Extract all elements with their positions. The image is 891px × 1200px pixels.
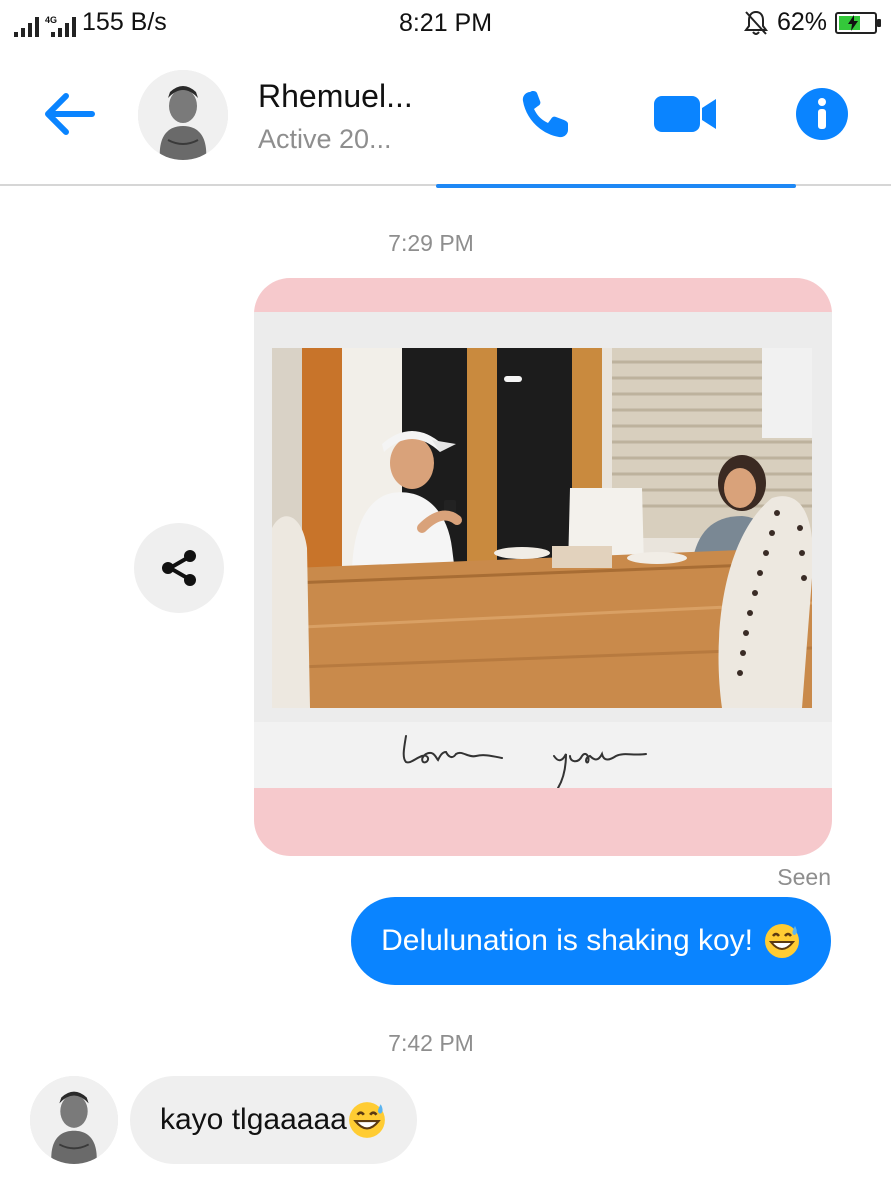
conversation-info-button[interactable] bbox=[794, 86, 850, 142]
voice-call-button[interactable] bbox=[516, 86, 574, 144]
contact-active-status: Active 20... bbox=[258, 124, 392, 154]
timestamp: 7:29 PM bbox=[388, 230, 474, 256]
status-right: 62% bbox=[743, 8, 881, 37]
battery-percent: 62% bbox=[776, 8, 827, 36]
battery-charging-icon bbox=[835, 11, 881, 34]
incoming-message-text: kayo tlgaaaaa bbox=[160, 1103, 347, 1136]
timestamp: 7:42 PM bbox=[388, 1030, 474, 1056]
photo-caption-area bbox=[254, 722, 832, 789]
avatar-photo bbox=[138, 70, 228, 160]
contact-name[interactable]: Rhemuel... bbox=[258, 78, 413, 115]
photo-message[interactable] bbox=[254, 278, 832, 856]
grinning-sweat-emoji bbox=[765, 924, 799, 958]
previous-message-edge bbox=[436, 184, 796, 188]
grinning-sweat-emoji bbox=[348, 1102, 385, 1138]
seen-receipt: Seen bbox=[777, 864, 831, 890]
info-icon bbox=[796, 88, 848, 140]
share-icon bbox=[162, 550, 196, 586]
sender-avatar[interactable] bbox=[30, 1076, 118, 1164]
polaroid-frame bbox=[254, 312, 832, 789]
bell-off-icon bbox=[743, 10, 768, 35]
incoming-message[interactable]: kayo tlgaaaaa bbox=[130, 1076, 417, 1164]
status-bar: 4G 155 B/s 8:21 PM 62% bbox=[0, 0, 891, 48]
video-camera-icon bbox=[654, 96, 716, 132]
video-call-button[interactable] bbox=[654, 92, 718, 136]
conversation-header: Rhemuel... Active 20... bbox=[0, 48, 891, 186]
battery-fill bbox=[839, 14, 861, 31]
dining-room-photo bbox=[272, 348, 812, 708]
share-button[interactable] bbox=[134, 523, 224, 613]
back-button[interactable] bbox=[40, 88, 98, 140]
contact-avatar[interactable] bbox=[138, 70, 228, 160]
back-arrow-icon bbox=[45, 93, 95, 135]
avatar-photo bbox=[30, 1076, 118, 1164]
love-you-handwriting bbox=[402, 735, 647, 789]
phone-icon bbox=[522, 91, 568, 138]
outgoing-message-text: Delulunation is shaking koy! bbox=[381, 924, 753, 957]
outgoing-message[interactable]: Delulunation is shaking koy! bbox=[351, 897, 831, 985]
